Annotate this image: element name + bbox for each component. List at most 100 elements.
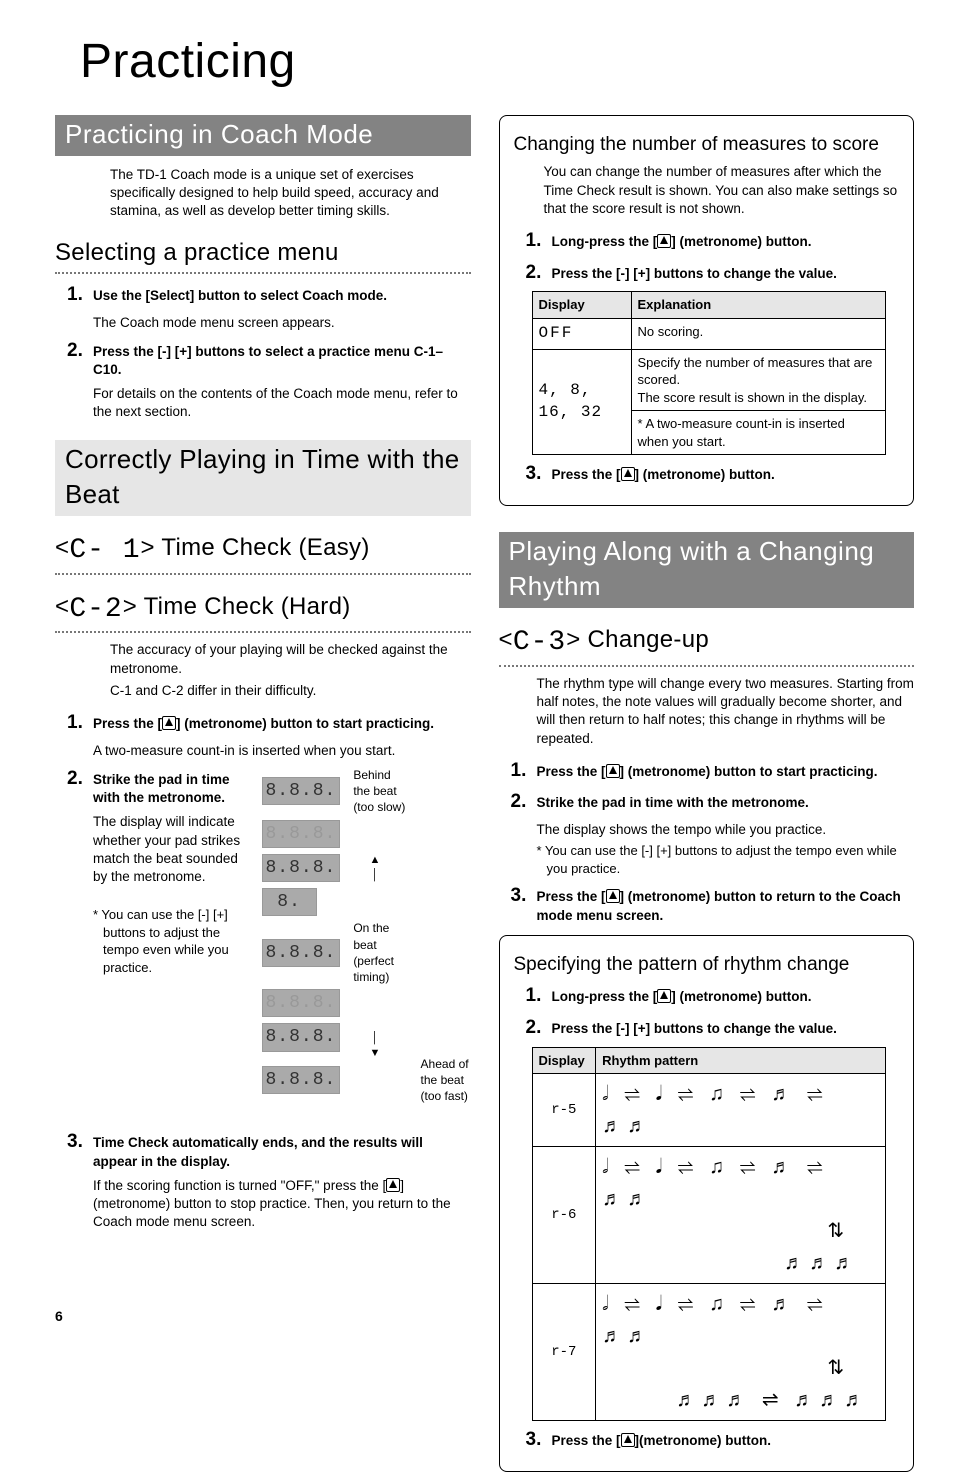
step-sub: The display will indicate whether your p…	[93, 813, 253, 886]
metronome-icon	[657, 989, 671, 1003]
step: 1. Long-press the [] (metronome) button.	[526, 983, 900, 1009]
table-cell: 4, 8, 16, 32	[532, 349, 631, 455]
step-number: 1.	[511, 758, 531, 784]
box-heading: Changing the number of measures to score	[514, 132, 900, 158]
table-cell: r-5	[532, 1074, 596, 1147]
metronome-icon	[606, 889, 620, 903]
step-sub: A two-measure count-in is inserted when …	[93, 742, 471, 760]
step-text: Press the [] (metronome) button to retur…	[537, 888, 915, 924]
heading-change-up: <C-3> Change-up	[499, 624, 915, 662]
rhythm-pattern-cell: 𝅗𝅥 ⇌ 𝅘𝅥 ⇌ ♫ ⇌ ♬ ⇌ ♬♬	[596, 1074, 886, 1147]
step-text: Press the [](metronome) button.	[552, 1432, 900, 1450]
step-text: Strike the pad in time with the metronom…	[537, 794, 915, 812]
step-number: 1.	[67, 710, 87, 736]
timing-display-graphic: 8.8.8. Behind the beat (too slow) 8.8.8.…	[261, 766, 471, 1105]
step-number: 2.	[511, 789, 531, 815]
step: 3. Time Check automatically ends, and th…	[67, 1129, 471, 1170]
step-text: Press the [-] [+] buttons to change the …	[552, 265, 900, 283]
step-number: 1.	[526, 228, 546, 254]
step-sub: For details on the contents of the Coach…	[93, 385, 471, 421]
metronome-icon	[621, 1433, 635, 1447]
step-number: 2.	[526, 260, 546, 286]
heading-time-check-easy: <C- 1> Time Check (Easy)	[55, 532, 471, 570]
table-cell: OFF	[532, 318, 631, 349]
step: 2. Press the [-] [+] buttons to select a…	[67, 338, 471, 379]
table-measures: Display Explanation OFF No scoring. 4, 8…	[532, 291, 887, 455]
step-sub: If the scoring function is turned "OFF,"…	[93, 1177, 471, 1232]
step-text: Press the [] (metronome) button.	[552, 466, 900, 484]
box-changing-measures: Changing the number of measures to score…	[499, 115, 915, 506]
step-note: * You can use the [-] [+] buttons to adj…	[103, 906, 283, 976]
step: 3. Press the [](metronome) button.	[526, 1427, 900, 1453]
step: 2. Strike the pad in time with the metro…	[511, 789, 915, 815]
rhythm-pattern-cell: 𝅗𝅥 ⇌ 𝅘𝅥 ⇌ ♫ ⇌ ♬ ⇌ ♬♬ ⇅ ♬♬♬	[596, 1147, 886, 1284]
step-text: Strike the pad in time with the metronom…	[93, 771, 251, 807]
heading-selecting-menu: Selecting a practice menu	[55, 237, 471, 269]
step-number: 3.	[526, 1427, 546, 1453]
table-rhythm-pattern: Display Rhythm pattern r-5 𝅗𝅥 ⇌ 𝅘𝅥 ⇌ ♫ ⇌…	[532, 1047, 887, 1422]
display-code: C-3	[513, 627, 566, 658]
body-text: C-1 and C-2 differ in their difficulty.	[110, 682, 471, 700]
body-text: The rhythm type will change every two me…	[537, 675, 915, 748]
step-number: 3.	[67, 1129, 87, 1155]
step-number: 2.	[526, 1015, 546, 1041]
step-number: 2.	[67, 766, 87, 792]
step-number: 3.	[511, 883, 531, 909]
step: 2. Strike the pad in time with the metro…	[67, 766, 251, 807]
box-pattern-change: Specifying the pattern of rhythm change …	[499, 935, 915, 1472]
table-cell: r-6	[532, 1147, 596, 1284]
step-text: Press the [] (metronome) button to start…	[537, 763, 915, 781]
step-text: Use the [Select] button to select Coach …	[93, 287, 471, 305]
dotted-rule	[55, 631, 471, 633]
heading-changing-rhythm: Playing Along with a Changing Rhythm	[499, 532, 915, 608]
page-number: 6	[55, 1307, 63, 1326]
table-header: Display	[532, 292, 631, 319]
step-number: 3.	[526, 461, 546, 487]
step-sub: The Coach mode menu screen appears.	[93, 314, 471, 332]
step-number: 1.	[526, 983, 546, 1009]
step-text: Long-press the [] (metronome) button.	[552, 988, 900, 1006]
dotted-rule	[55, 573, 471, 575]
band-correctly-playing: Correctly Playing in Time with the Beat	[55, 440, 471, 516]
metronome-icon	[162, 716, 176, 730]
intro-text: The TD-1 Coach mode is a unique set of e…	[110, 166, 471, 221]
table-cell: No scoring.	[631, 318, 886, 349]
content-columns: Practicing in Coach Mode The TD-1 Coach …	[55, 115, 914, 1472]
metronome-icon	[606, 764, 620, 778]
step-number: 2.	[67, 338, 87, 364]
step: 1. Press the [] (metronome) button to st…	[511, 758, 915, 784]
step: 1. Use the [Select] button to select Coa…	[67, 282, 471, 308]
metronome-icon	[621, 467, 635, 481]
step: 3. Press the [] (metronome) button to re…	[511, 883, 915, 924]
right-column: Changing the number of measures to score…	[499, 115, 915, 1472]
step-sub: The display shows the tempo while you pr…	[537, 821, 915, 839]
dotted-rule	[55, 272, 471, 274]
step-text: Time Check automatically ends, and the r…	[93, 1134, 471, 1170]
step: 1. Press the [] (metronome) button to st…	[67, 710, 471, 736]
step-text: Press the [] (metronome) button to start…	[93, 715, 471, 733]
display-code: C- 1	[69, 535, 140, 566]
heading-time-check-hard: <C-2> Time Check (Hard)	[55, 591, 471, 629]
body-text: You can change the number of measures af…	[544, 163, 900, 218]
rhythm-pattern-cell: 𝅗𝅥 ⇌ 𝅘𝅥 ⇌ ♫ ⇌ ♬ ⇌ ♬♬ ⇅ ♬♬♬ ⇌ ♬♬♬	[596, 1284, 886, 1421]
table-cell: Specify the number of measures that are …	[631, 349, 886, 455]
box-heading: Specifying the pattern of rhythm change	[514, 952, 900, 978]
table-header: Display	[532, 1047, 596, 1074]
step: 1. Long-press the [] (metronome) button.	[526, 228, 900, 254]
dotted-rule	[499, 665, 915, 667]
page-title: Practicing	[80, 30, 914, 95]
left-column: Practicing in Coach Mode The TD-1 Coach …	[55, 115, 471, 1472]
step-number: 1.	[67, 282, 87, 308]
step: 2. Press the [-] [+] buttons to change t…	[526, 1015, 900, 1041]
table-cell: r-7	[532, 1284, 596, 1421]
metronome-icon	[657, 234, 671, 248]
step-text: Press the [-] [+] buttons to change the …	[552, 1020, 900, 1038]
body-text: The accuracy of your playing will be che…	[110, 641, 471, 677]
step-note: * You can use the [-] [+] buttons to adj…	[547, 842, 915, 877]
metronome-icon	[386, 1178, 400, 1192]
table-header: Rhythm pattern	[596, 1047, 886, 1074]
step: 3. Press the [] (metronome) button.	[526, 461, 900, 487]
step: 2. Press the [-] [+] buttons to change t…	[526, 260, 900, 286]
step-text: Long-press the [] (metronome) button.	[552, 233, 900, 251]
step-text: Press the [-] [+] buttons to select a pr…	[93, 343, 471, 379]
